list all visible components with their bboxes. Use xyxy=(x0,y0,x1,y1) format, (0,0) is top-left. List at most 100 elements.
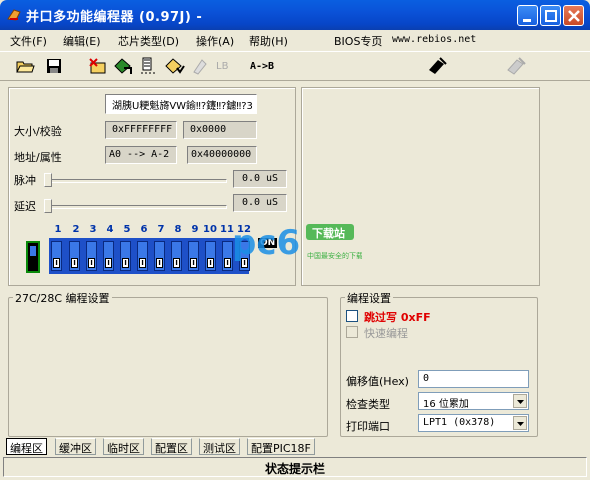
delay-slider-thumb[interactable] xyxy=(44,199,52,213)
tab-strip: 编程区 缓冲区 临时区 配置区 测试区 配置PIC18F xyxy=(0,437,590,456)
dip-switch-number: 11 xyxy=(220,224,234,235)
fast-program-checkbox[interactable] xyxy=(346,326,358,338)
open-button[interactable] xyxy=(15,56,35,78)
app-icon xyxy=(7,9,21,21)
fast-program-label: 快速编程 xyxy=(364,327,408,340)
delay-slider-track[interactable] xyxy=(46,205,227,209)
dip-switch-number: 1 xyxy=(54,224,62,235)
dip-switch-knob: I xyxy=(105,258,112,268)
check-type-label: 检查类型 xyxy=(346,398,390,411)
maximize-button[interactable] xyxy=(540,5,561,26)
open-folder-icon xyxy=(16,61,35,73)
verify-button[interactable] xyxy=(163,56,185,78)
dip-switch-4[interactable]: I xyxy=(103,241,114,271)
dip-switch-knob: I xyxy=(88,258,95,268)
write-button[interactable] xyxy=(138,56,158,78)
port-label: 打印端口 xyxy=(346,420,390,433)
pulse-label: 脉冲 xyxy=(14,174,36,187)
pc6-watermark: pc6 下载站 中国最安全的下载站 xyxy=(232,218,370,271)
close-button[interactable] xyxy=(563,5,584,26)
stop-button[interactable] xyxy=(505,56,527,78)
tab-temp[interactable]: 临时区 xyxy=(103,438,144,455)
dip-switch-6[interactable]: I xyxy=(137,241,148,271)
size-checksum-label: 大小/校验 xyxy=(14,125,62,138)
dip-switch-knob: I xyxy=(156,258,163,268)
tab-config[interactable]: 配置区 xyxy=(151,438,192,455)
dip-switch-number: 8 xyxy=(174,224,182,235)
auto-program-icon xyxy=(429,57,447,74)
read-button[interactable] xyxy=(112,56,134,78)
menu-bios[interactable]: BIOS专页 xyxy=(334,33,382,49)
pulse-value: 0.0 uS xyxy=(233,170,287,188)
delay-value: 0.0 uS xyxy=(233,194,287,212)
dip-switch-7[interactable]: I xyxy=(154,241,165,271)
dip-switch-8[interactable]: I xyxy=(171,241,182,271)
dip-switch-number: 10 xyxy=(203,224,217,235)
save-button[interactable] xyxy=(44,56,64,78)
program-settings-title: 编程设置 xyxy=(345,290,393,306)
stop-icon xyxy=(507,57,526,75)
checksum-value: 0x0000 xyxy=(183,121,257,139)
tab-buffer[interactable]: 缓冲区 xyxy=(55,438,96,455)
menu-chip-type[interactable]: 芯片类型(D) xyxy=(118,33,179,49)
size-value: 0xFFFFFFFF xyxy=(105,121,177,139)
tab-config-pic18f[interactable]: 配置PIC18F xyxy=(247,438,315,455)
address-attribute-label: 地址/属性 xyxy=(14,151,62,164)
minimize-button[interactable] xyxy=(517,5,538,26)
offset-input[interactable]: 0 xyxy=(418,370,529,388)
power-switch[interactable] xyxy=(26,241,40,273)
dip-switch-number: 7 xyxy=(157,224,165,235)
dip-switch-knob: I xyxy=(190,258,197,268)
dip-switch-number: 2 xyxy=(72,224,80,235)
dip-switch-knob: I xyxy=(207,258,214,268)
menu-bar: 文件(F) 编辑(E) 芯片类型(D) 操作(A) 帮助(H) BIOS专页 w… xyxy=(0,30,590,50)
erase-button[interactable] xyxy=(87,56,109,78)
auto-button[interactable] xyxy=(426,56,448,78)
erase-chip-icon xyxy=(89,58,106,74)
check-type-select[interactable]: 16 位累加 xyxy=(418,392,529,410)
pulse-slider-thumb[interactable] xyxy=(44,173,52,187)
blank-check-button[interactable] xyxy=(190,56,210,78)
chip-name-display: 湖胰U粳魁旖VW鍮‼?鑳‼?鑢‼?3 xyxy=(105,94,257,114)
window-title: 并口多功能编程器 (0.97J) - xyxy=(26,10,203,25)
attribute-value: 0x40000000 xyxy=(187,146,257,164)
dip-switch-1[interactable]: I xyxy=(51,241,62,271)
dip-switch-3[interactable]: I xyxy=(86,241,97,271)
dip-switch-9[interactable]: I xyxy=(188,241,199,271)
eprom-settings-group xyxy=(8,297,328,437)
delay-label: 延迟 xyxy=(14,200,36,213)
blank-check-icon xyxy=(193,59,207,75)
dip-switch-5[interactable]: I xyxy=(120,241,131,271)
port-select[interactable]: LPT1 (0x378) xyxy=(418,414,529,432)
eprom-settings-title: 27C/28C 编程设置 xyxy=(13,290,112,306)
dip-switch-number: 4 xyxy=(106,224,114,235)
skip-write-checkbox[interactable] xyxy=(346,310,358,322)
dip-switch-2[interactable]: I xyxy=(69,241,80,271)
watermark-brand: pc6 xyxy=(232,223,300,263)
copy-a-to-b-button[interactable]: A->B xyxy=(250,61,274,72)
tab-program[interactable]: 编程区 xyxy=(6,438,47,455)
toolbar: LB A->B xyxy=(0,51,590,81)
check-type-value: 16 位累加 xyxy=(423,399,469,410)
chevron-down-icon xyxy=(513,394,527,408)
menu-help[interactable]: 帮助(H) xyxy=(249,33,288,49)
pulse-slider-track[interactable] xyxy=(46,179,227,183)
port-value: LPT1 (0x378) xyxy=(423,417,496,428)
dip-switch-number: 9 xyxy=(191,224,199,235)
dip-switch-knob: I xyxy=(122,258,129,268)
lb-button[interactable]: LB xyxy=(216,61,228,72)
menu-operation[interactable]: 操作(A) xyxy=(196,33,234,49)
read-chip-icon xyxy=(114,58,132,74)
dip-switch-number: 5 xyxy=(123,224,131,235)
menu-edit[interactable]: 编辑(E) xyxy=(63,33,101,49)
dip-switch-10[interactable]: I xyxy=(205,241,216,271)
website-link[interactable]: www.rebios.net xyxy=(392,34,476,45)
menu-file[interactable]: 文件(F) xyxy=(10,33,47,49)
offset-label: 偏移值(Hex) xyxy=(346,375,409,388)
dip-switch-knob: I xyxy=(224,258,231,268)
dip-switch-knob: I xyxy=(173,258,180,268)
tab-test[interactable]: 测试区 xyxy=(199,438,240,455)
maximize-icon xyxy=(545,10,557,22)
title-bar[interactable]: 并口多功能编程器 (0.97J) - xyxy=(0,0,590,30)
dip-switch-number: 6 xyxy=(140,224,148,235)
